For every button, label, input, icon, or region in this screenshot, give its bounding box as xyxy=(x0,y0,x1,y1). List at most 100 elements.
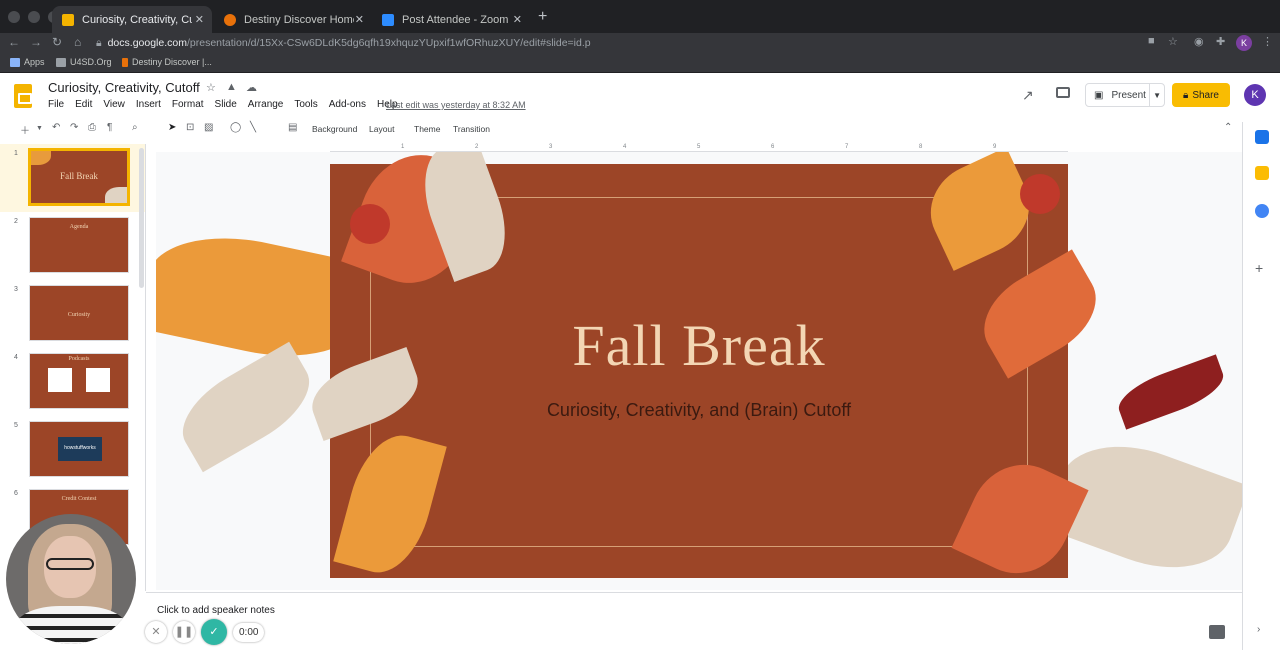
howstuffworks-logo: howstuffworks xyxy=(58,437,102,461)
menu-tools[interactable]: Tools xyxy=(294,99,317,110)
paint-format-icon[interactable]: ¶ xyxy=(107,122,112,133)
redo-icon[interactable]: ↷ xyxy=(70,122,78,133)
slide-title[interactable]: Fall Break xyxy=(330,312,1068,379)
podcast-logo-image xyxy=(86,368,110,392)
background-button[interactable]: Background xyxy=(312,124,357,134)
berry-decoration xyxy=(350,204,390,244)
profile-avatar[interactable]: K xyxy=(1236,35,1252,51)
document-title[interactable]: Curiosity, Creativity, Cutoff xyxy=(48,80,200,95)
collapse-toolbar-icon[interactable]: ⌃ xyxy=(1224,122,1232,133)
calendar-icon[interactable] xyxy=(1255,130,1269,144)
glasses xyxy=(46,558,94,570)
last-edit-link[interactable]: Last edit was yesterday at 8:32 AM xyxy=(386,100,526,110)
editing-toolbar: ＋ ▼ ↶ ↷ ⎙ ¶ ⌕ ➤ ⊡ ▨ ◯ ╲ ▤ Background Lay… xyxy=(0,122,1242,138)
present-icon: ▣ xyxy=(1094,89,1104,101)
folder-icon xyxy=(56,57,66,67)
slide-thumbnail-5[interactable]: howstuffworks xyxy=(29,421,129,477)
tasks-icon[interactable] xyxy=(1255,204,1269,218)
puzzle-icon[interactable]: ✚ xyxy=(1216,35,1225,48)
slide-canvas: Fall Break Curiosity, Creativity, and (B… xyxy=(156,152,1242,590)
slide-thumbnail-4[interactable]: Podcasts xyxy=(29,353,129,409)
slide-thumbnail-1[interactable]: Fall Break xyxy=(28,148,130,206)
account-avatar[interactable]: K xyxy=(1244,84,1266,106)
menu-format[interactable]: Format xyxy=(172,99,204,110)
slide-thumbnail-3[interactable]: Curiosity xyxy=(29,285,129,341)
browser-tab-destiny[interactable]: Destiny Discover Home ✕ xyxy=(214,6,372,33)
lock-icon: 🔒︎ xyxy=(1182,89,1189,101)
share-button[interactable]: 🔒︎ Share xyxy=(1172,83,1230,107)
close-tab-icon[interactable]: ✕ xyxy=(355,13,364,26)
menu-arrange[interactable]: Arrange xyxy=(248,99,284,110)
speaker-notes[interactable]: Click to add speaker notes xyxy=(146,592,1242,650)
destiny-favicon-icon xyxy=(224,13,236,26)
line-icon[interactable]: ╲ xyxy=(250,122,256,133)
bookmark-apps[interactable]: Apps xyxy=(10,57,45,67)
image-icon[interactable]: ▨ xyxy=(204,122,213,133)
print-icon[interactable]: ⎙ xyxy=(88,122,96,133)
back-icon[interactable]: ← xyxy=(8,35,20,49)
camera-icon[interactable]: ■ xyxy=(1148,35,1155,47)
menu-bar: File Edit View Insert Format Slide Arran… xyxy=(48,99,398,110)
menu-insert[interactable]: Insert xyxy=(136,99,161,110)
close-tab-icon[interactable]: ✕ xyxy=(513,13,522,26)
slides-header: Curiosity, Creativity, Cutoff ☆ ▲ ☁ File… xyxy=(0,74,1280,122)
undo-icon[interactable]: ↶ xyxy=(52,122,60,133)
browser-tab-zoom[interactable]: Post Attendee - Zoom ✕ xyxy=(372,6,530,33)
cancel-recording-icon[interactable]: ✕ xyxy=(145,621,167,643)
menu-file[interactable]: File xyxy=(48,99,64,110)
berry-decoration xyxy=(1020,174,1060,214)
extension-icon[interactable]: ◉ xyxy=(1194,35,1204,48)
lock-icon: 🔒︎ xyxy=(96,37,102,49)
expand-panel-icon[interactable]: › xyxy=(1257,624,1260,635)
finish-recording-icon[interactable]: ✓ xyxy=(201,619,227,645)
horizontal-ruler: 1 2 3 4 5 6 7 8 9 xyxy=(330,144,1068,152)
menu-addons[interactable]: Add-ons xyxy=(329,99,366,110)
chevron-down-icon[interactable]: ▼ xyxy=(1153,91,1161,100)
browser-tab-slides[interactable]: Curiosity, Creativity, Cutoff ✕ xyxy=(52,6,212,33)
explore-icon[interactable] xyxy=(1209,625,1225,639)
home-icon[interactable]: ⌂ xyxy=(74,35,81,49)
comment-icon[interactable] xyxy=(1056,87,1070,98)
move-to-folder-icon[interactable]: ▲ xyxy=(226,81,237,93)
bookmark-u4sd[interactable]: U4SD.Org xyxy=(56,57,112,67)
slides-logo-icon[interactable] xyxy=(14,84,32,108)
slide-1[interactable]: Fall Break Curiosity, Creativity, and (B… xyxy=(303,152,1112,590)
bookmarks-bar: Apps U4SD.Org Destiny Discover |... xyxy=(0,53,1280,73)
destiny-icon xyxy=(122,57,128,67)
chevron-down-icon[interactable]: ▼ xyxy=(36,125,43,132)
new-slide-icon[interactable]: ＋ xyxy=(20,122,30,137)
present-button[interactable]: ▣ Present ▼ xyxy=(1085,83,1165,107)
menu-dots-icon[interactable]: ⋮ xyxy=(1262,35,1273,48)
bookmark-destiny[interactable]: Destiny Discover |... xyxy=(122,57,212,67)
menu-view[interactable]: View xyxy=(103,99,125,110)
shape-icon[interactable]: ◯ xyxy=(230,122,241,133)
text-box-icon[interactable]: ⊡ xyxy=(186,122,194,133)
layout-button[interactable]: Layout xyxy=(369,124,395,134)
close-tab-icon[interactable]: ✕ xyxy=(195,13,204,26)
select-cursor-icon[interactable]: ➤ xyxy=(168,122,176,133)
pause-icon[interactable]: ❚❚ xyxy=(173,621,195,643)
menu-slide[interactable]: Slide xyxy=(215,99,237,110)
comment-add-icon[interactable]: ▤ xyxy=(288,122,297,133)
leaf-decoration xyxy=(167,341,325,473)
reload-icon[interactable]: ↻ xyxy=(52,35,62,49)
menu-edit[interactable]: Edit xyxy=(75,99,92,110)
zoom-icon[interactable]: ⌕ xyxy=(132,122,138,133)
leaf-decoration xyxy=(333,426,447,582)
keep-icon[interactable] xyxy=(1255,166,1269,180)
add-addon-icon[interactable]: + xyxy=(1255,260,1263,276)
address-bar-row: ← → ↻ ⌂ 🔒︎ docs.google.com/presentation/d… xyxy=(0,33,1280,53)
speaker-notes-placeholder[interactable]: Click to add speaker notes xyxy=(157,605,275,616)
zoom-favicon-icon xyxy=(382,13,394,26)
new-tab-icon[interactable]: + xyxy=(538,8,547,26)
slide-subtitle[interactable]: Curiosity, Creativity, and (Brain) Cutof… xyxy=(330,400,1068,421)
transition-button[interactable]: Transition xyxy=(453,124,490,134)
activity-trend-icon[interactable]: ↗ xyxy=(1022,87,1034,104)
forward-icon[interactable]: → xyxy=(30,35,42,49)
url-input[interactable]: 🔒︎ docs.google.com/presentation/d/15Xx-CS… xyxy=(96,33,1140,53)
theme-button[interactable]: Theme xyxy=(414,124,440,134)
bookmark-star-icon[interactable]: ☆ xyxy=(1168,35,1178,48)
slide-thumbnail-2[interactable]: Agenda xyxy=(29,217,129,273)
star-icon[interactable]: ☆ xyxy=(206,81,216,94)
filmstrip-scrollbar[interactable] xyxy=(139,148,144,288)
